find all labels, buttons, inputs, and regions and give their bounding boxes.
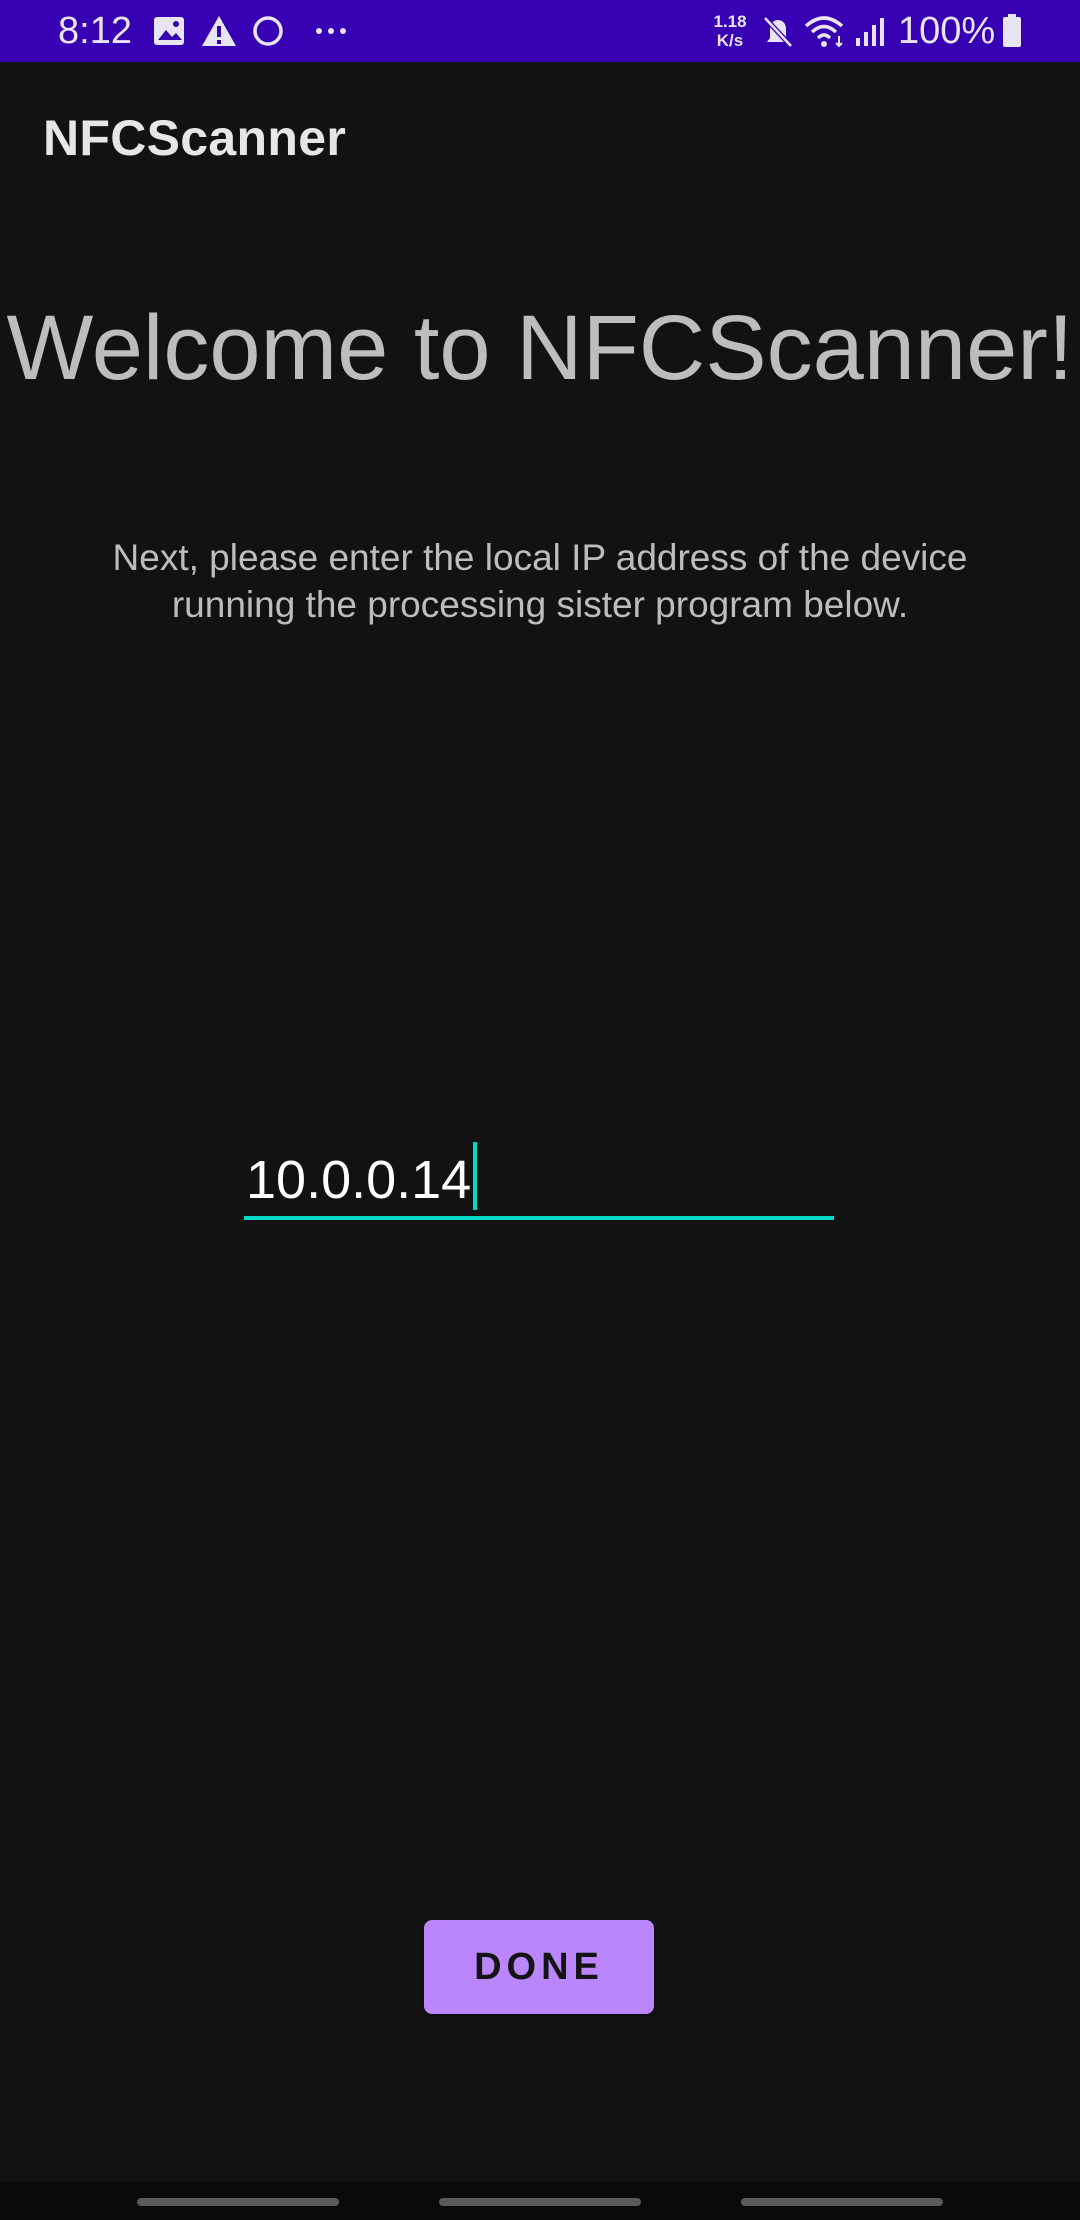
wifi-icon bbox=[804, 16, 844, 48]
signal-icon bbox=[856, 18, 884, 46]
navigation-bar bbox=[0, 2182, 1080, 2220]
status-bar: 8:12 1.18 K/s 100% bbox=[0, 0, 1080, 62]
ip-address-value: 10.0.0.14 bbox=[246, 1150, 472, 1210]
done-button[interactable]: DONE bbox=[424, 1920, 654, 2014]
app-title: NFCScanner bbox=[43, 110, 347, 166]
battery-icon bbox=[1003, 14, 1021, 47]
mute-icon bbox=[763, 16, 793, 48]
warning-icon bbox=[202, 16, 236, 46]
network-speed-unit: K/s bbox=[716, 31, 744, 50]
instructions-text: Next, please enter the local IP address … bbox=[112, 537, 968, 625]
status-time: 8:12 bbox=[58, 10, 132, 52]
welcome-heading: Welcome to NFCScanner! bbox=[6, 297, 1074, 399]
sync-icon bbox=[253, 16, 283, 46]
screen: 8:12 1.18 K/s 100% NFCScanner Welcome to… bbox=[0, 0, 1080, 2220]
image-icon bbox=[154, 17, 184, 45]
more-notifications-icon bbox=[316, 28, 346, 34]
ip-address-value-wrap: 10.0.0.14 bbox=[246, 1142, 478, 1212]
network-speed: 1.18 K/s bbox=[706, 12, 754, 50]
nav-back-button[interactable] bbox=[741, 2198, 943, 2206]
ip-address-input[interactable]: 10.0.0.14 bbox=[244, 1136, 834, 1220]
network-speed-value: 1.18 bbox=[713, 12, 747, 31]
nav-recents-button[interactable] bbox=[137, 2198, 339, 2206]
battery-percent: 100% bbox=[898, 10, 996, 52]
text-cursor bbox=[473, 1142, 478, 1210]
nav-home-button[interactable] bbox=[439, 2198, 641, 2206]
